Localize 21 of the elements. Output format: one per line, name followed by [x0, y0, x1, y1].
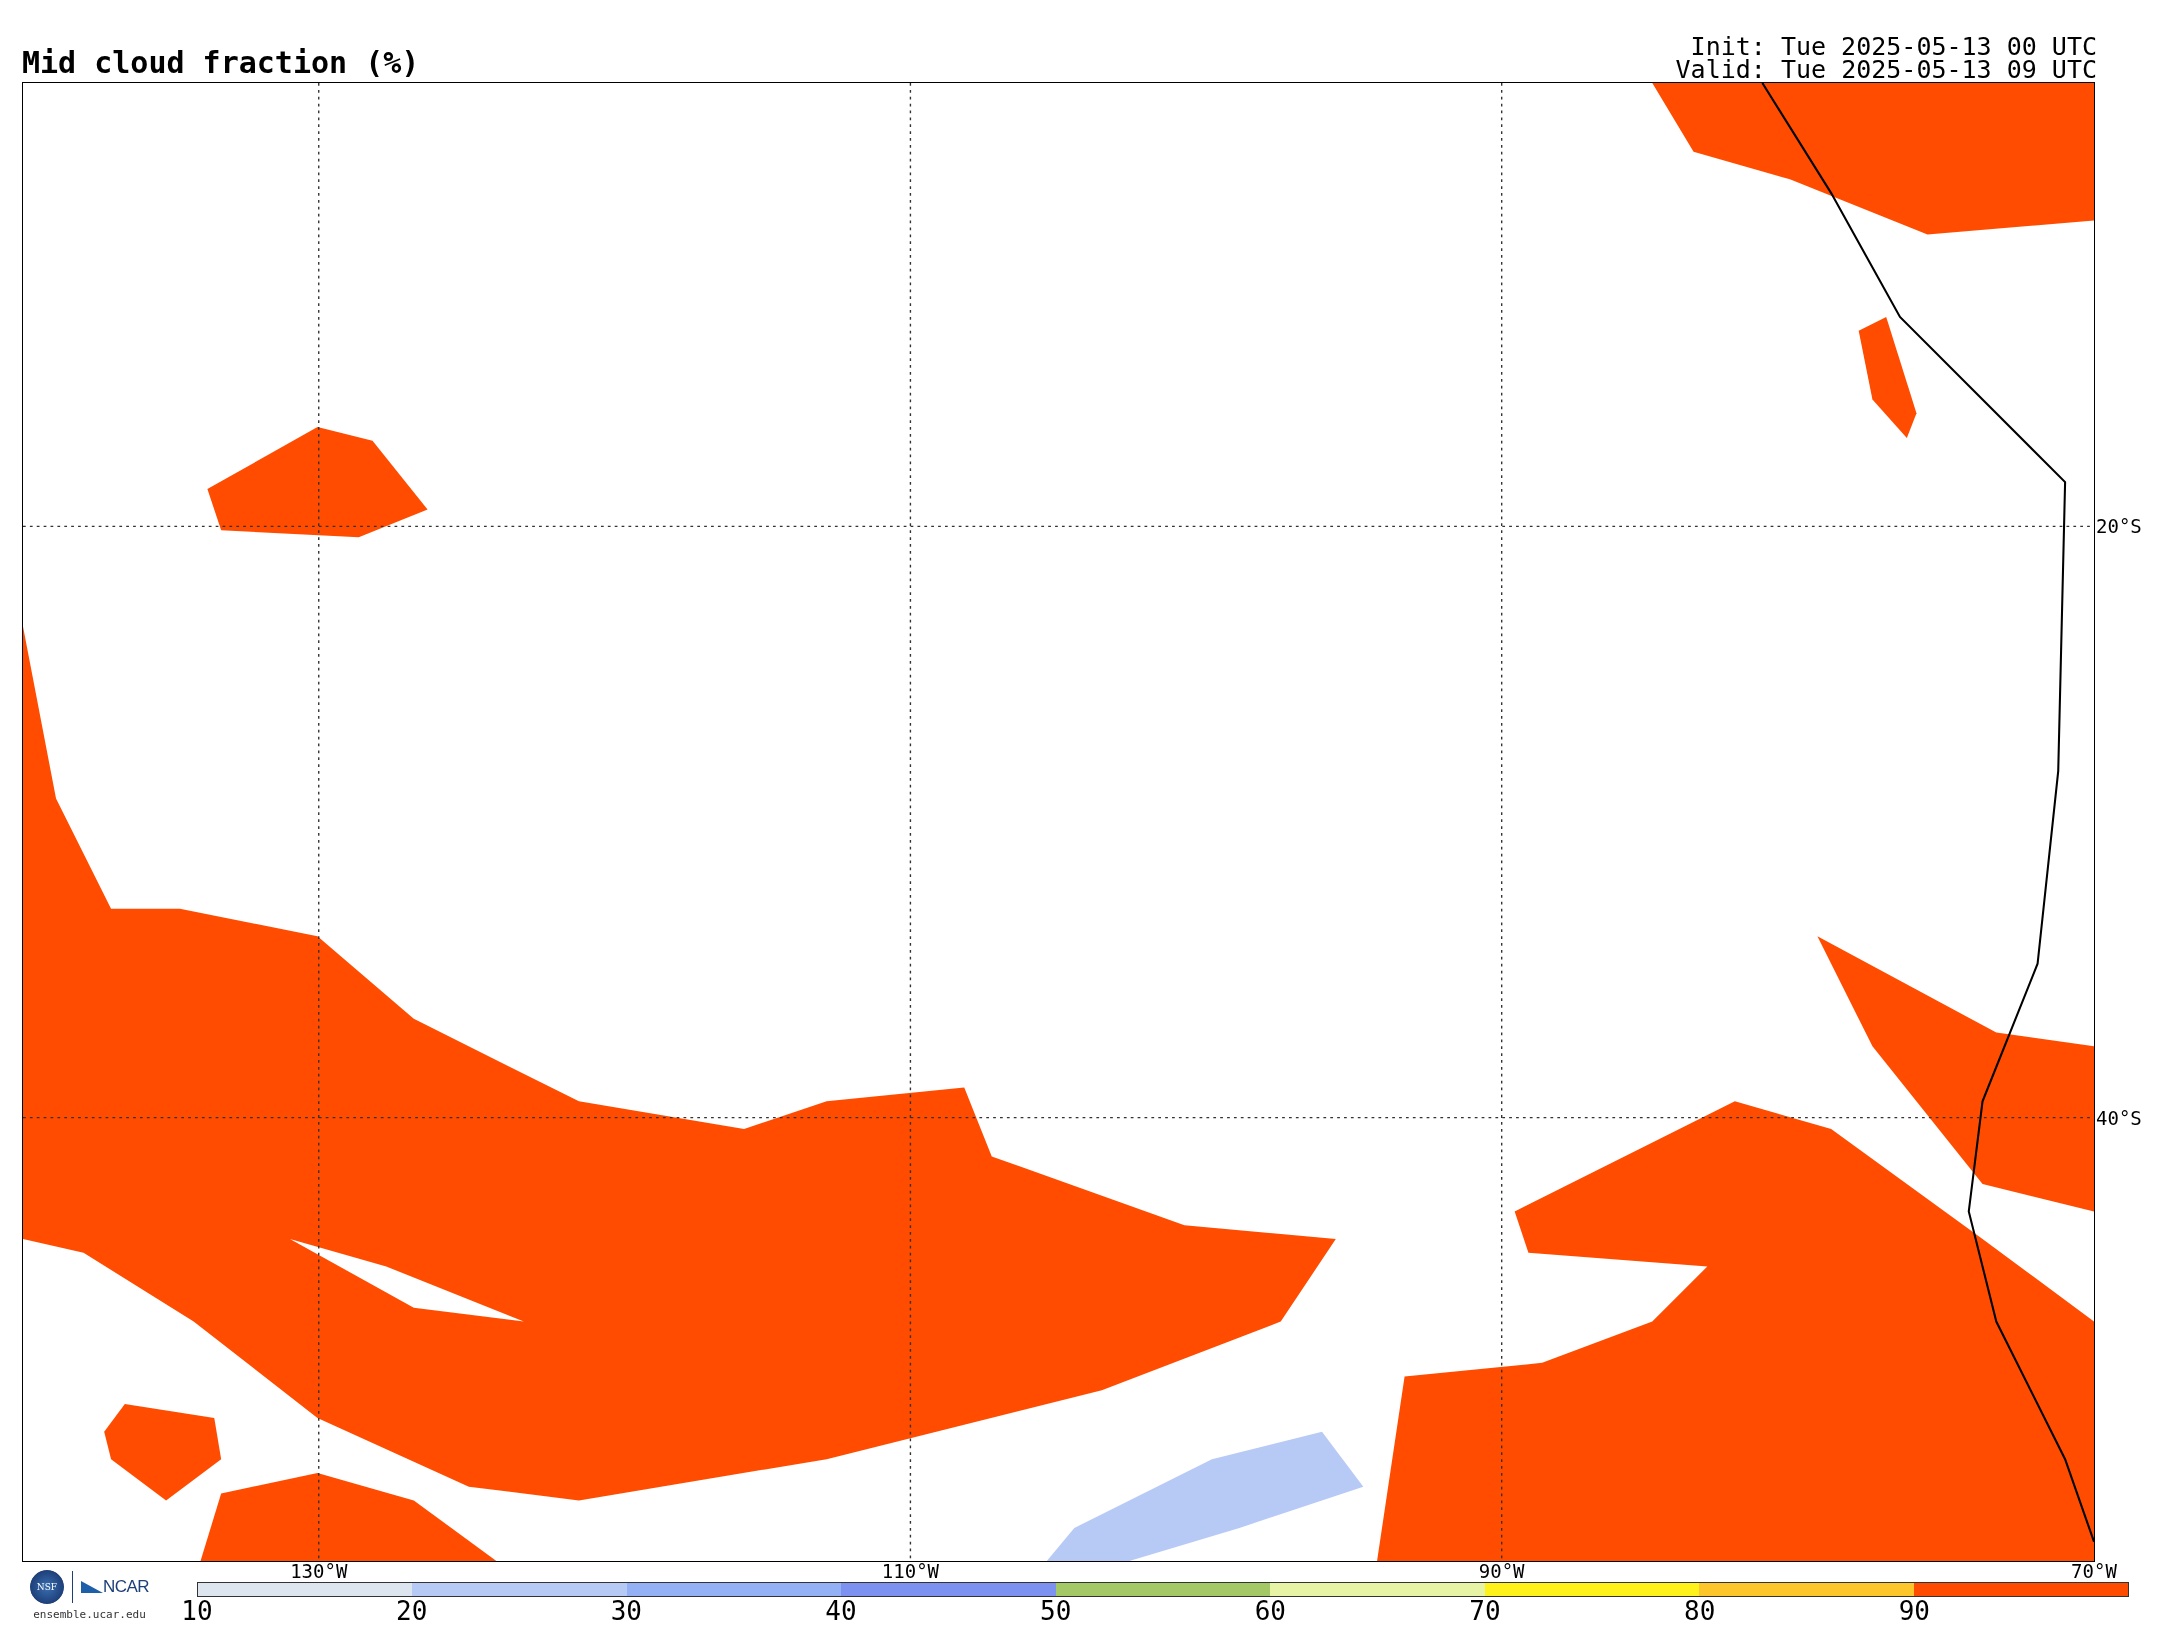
chart-title: Mid cloud fraction (%) [22, 48, 420, 78]
longitude-label: 130°W [290, 1561, 348, 1582]
site-url: ensemble.ucar.edu [33, 1608, 146, 1621]
nsf-logo: NSF [29, 1570, 64, 1604]
scale-label: 60 [1254, 1597, 1286, 1626]
latitude-label: 40°S [2096, 1106, 2142, 1129]
valid-time: Valid: Tue 2025-05-13 09 UTC [1675, 58, 2097, 82]
scale-label: 80 [1684, 1597, 1716, 1626]
longitude-label: 90°W [1478, 1561, 1525, 1582]
longitude-label: 70°W [2071, 1561, 2117, 1582]
longitude-label: 110°W [881, 1561, 939, 1582]
scale-label: 20 [396, 1597, 428, 1626]
scale-label: 50 [1040, 1597, 1072, 1626]
scale-label: 90 [1898, 1597, 1930, 1626]
latitude-label: 20°S [2096, 515, 2142, 538]
ncar-logo: NCAR [80, 1577, 150, 1597]
scale-label: 70 [1469, 1597, 1501, 1626]
scale-label: 30 [610, 1597, 642, 1626]
scale-label: 40 [825, 1597, 857, 1626]
init-time: Init: Tue 2025-05-13 00 UTC [1690, 34, 2097, 59]
scale-label: 10 [181, 1597, 213, 1626]
